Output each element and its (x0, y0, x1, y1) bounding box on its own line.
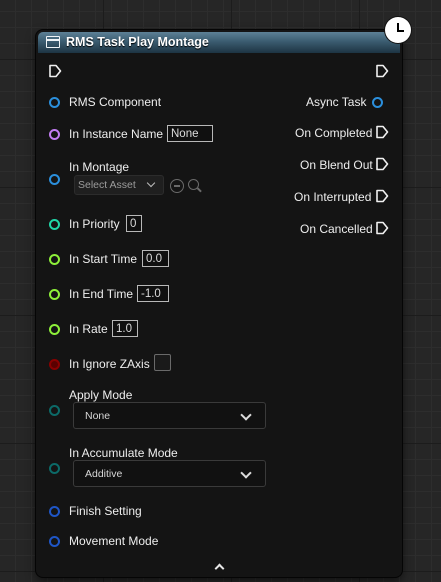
apply-mode-value: None (85, 410, 111, 422)
finish-setting-pin[interactable] (49, 506, 60, 517)
apply-mode-label: Apply Mode (69, 388, 133, 402)
in-rate-pin[interactable] (49, 324, 60, 335)
in-accumulate-mode-pin[interactable] (49, 463, 60, 474)
in-instance-name-label: In Instance Name (69, 127, 164, 141)
function-icon (46, 36, 60, 48)
node-title: RMS Task Play Montage (66, 35, 209, 49)
in-end-time-input[interactable]: -1.0 (137, 285, 169, 302)
on-blend-out-pin[interactable] (375, 157, 389, 171)
chevron-down-icon (146, 178, 156, 188)
in-start-time-label: In Start Time (69, 252, 138, 266)
in-ignore-zaxis-pin[interactable] (49, 359, 60, 370)
in-end-time-pin[interactable] (49, 289, 60, 300)
in-priority-pin[interactable] (49, 219, 60, 230)
in-start-time-input[interactable]: 0.0 (142, 250, 169, 267)
in-montage-pin[interactable] (49, 174, 60, 185)
on-interrupted-label: On Interrupted (294, 190, 372, 204)
apply-mode-pin[interactable] (49, 405, 60, 416)
browse-asset-search-icon[interactable] (188, 179, 202, 193)
in-start-time-pin[interactable] (49, 254, 60, 265)
rms-component-label: RMS Component (69, 95, 162, 109)
collapse-advanced-button[interactable] (205, 560, 235, 574)
in-rate-label: In Rate (69, 322, 108, 336)
exec-out-pin[interactable] (375, 64, 389, 78)
node-header[interactable]: RMS Task Play Montage (38, 32, 400, 53)
in-accumulate-mode-value: Additive (85, 468, 123, 480)
chevron-up-icon (214, 563, 225, 574)
movement-mode-label: Movement Mode (69, 534, 159, 548)
apply-mode-dropdown[interactable]: None (73, 402, 266, 429)
on-blend-out-label: On Blend Out (300, 158, 373, 172)
in-instance-name-pin[interactable] (49, 129, 60, 140)
rms-component-pin[interactable] (49, 97, 60, 108)
in-montage-label: In Montage (69, 160, 130, 174)
select-asset-label: Select Asset (78, 179, 136, 191)
use-selected-asset-icon[interactable] (170, 179, 184, 193)
in-accumulate-mode-label: In Accumulate Mode (69, 446, 178, 460)
finish-setting-label: Finish Setting (69, 504, 142, 518)
on-cancelled-pin[interactable] (375, 221, 389, 235)
clock-icon (385, 17, 411, 43)
in-accumulate-mode-dropdown[interactable]: Additive (73, 460, 266, 487)
in-priority-input[interactable]: 0 (126, 215, 142, 232)
on-completed-pin[interactable] (375, 125, 389, 139)
in-ignore-zaxis-checkbox[interactable] (154, 354, 171, 371)
in-ignore-zaxis-label: In Ignore ZAxis (69, 357, 150, 371)
in-end-time-label: In End Time (69, 287, 134, 301)
movement-mode-pin[interactable] (49, 536, 60, 547)
in-rate-input[interactable]: 1.0 (112, 320, 138, 337)
on-completed-label: On Completed (295, 126, 373, 140)
async-task-label: Async Task (306, 95, 367, 109)
on-interrupted-pin[interactable] (375, 189, 389, 203)
blueprint-node[interactable]: RMS Task Play Montage (36, 30, 402, 577)
exec-in-pin[interactable] (48, 64, 62, 78)
chevron-down-icon (240, 467, 252, 479)
on-cancelled-label: On Cancelled (300, 222, 373, 236)
in-instance-name-input[interactable]: None (167, 125, 213, 142)
chevron-down-icon (240, 409, 252, 421)
in-priority-label: In Priority (69, 217, 120, 231)
select-asset-combo[interactable]: Select Asset (74, 175, 164, 195)
async-task-pin[interactable] (372, 97, 383, 108)
